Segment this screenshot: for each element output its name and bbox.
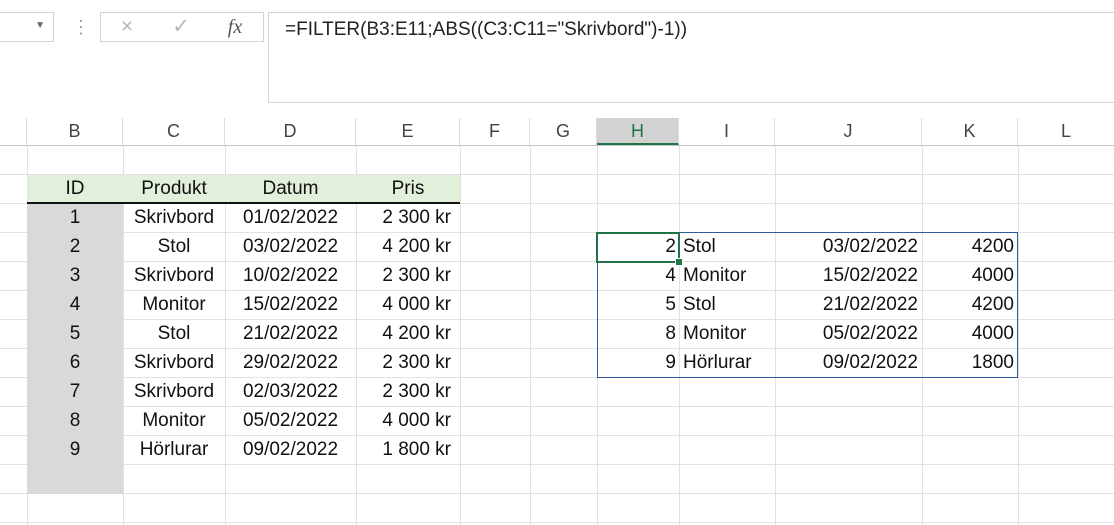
column-header-partial[interactable] (0, 118, 27, 145)
cell-pris[interactable]: 2 300 kr (356, 203, 460, 232)
cell-pris[interactable]: 1 800 kr (356, 435, 460, 464)
formula-buttons: × ✓ fx (100, 12, 264, 42)
header-datum[interactable]: Datum (225, 174, 356, 203)
result-produkt[interactable]: Monitor (679, 261, 775, 290)
cancel-icon[interactable]: × (113, 13, 141, 41)
formula-bar-area: ▼ ⋮ × ✓ fx =FILTER(B3:E11;ABS((C3:C11="S… (0, 0, 1114, 118)
cell-produkt[interactable]: Stol (123, 319, 225, 348)
cell-datum[interactable]: 02/03/2022 (225, 377, 356, 406)
cell-datum[interactable]: 10/02/2022 (225, 261, 356, 290)
enter-icon[interactable]: ✓ (167, 13, 195, 41)
column-header-g[interactable]: G (530, 118, 597, 145)
cell-pris[interactable]: 4 000 kr (356, 406, 460, 435)
cell-datum[interactable]: 09/02/2022 (225, 435, 356, 464)
column-header-f[interactable]: F (460, 118, 530, 145)
cell-id[interactable]: 6 (27, 348, 123, 377)
result-datum[interactable]: 21/02/2022 (775, 290, 922, 319)
column-header-c[interactable]: C (123, 118, 225, 145)
cell-pris[interactable]: 4 000 kr (356, 290, 460, 319)
column-header-l[interactable]: L (1018, 118, 1114, 145)
cell-pris[interactable]: 4 200 kr (356, 319, 460, 348)
column-header-d[interactable]: D (225, 118, 356, 145)
chevron-down-icon[interactable]: ▼ (35, 20, 45, 31)
result-pris[interactable]: 4000 (922, 319, 1018, 348)
cell-datum[interactable]: 15/02/2022 (225, 290, 356, 319)
cell-datum[interactable]: 01/02/2022 (225, 203, 356, 232)
result-id[interactable]: 8 (597, 319, 679, 348)
cell-id[interactable]: 7 (27, 377, 123, 406)
column-header-i[interactable]: I (679, 118, 775, 145)
gridlines: ID Produkt Datum Pris 1 Skrivbord 01/02/20… (0, 146, 1114, 525)
cell-pris[interactable]: 2 300 kr (356, 261, 460, 290)
cell-produkt[interactable]: Skrivbord (123, 203, 225, 232)
column-header-j[interactable]: J (775, 118, 922, 145)
cell-id[interactable]: 9 (27, 435, 123, 464)
column-headers: B C D E F G H I J K L (0, 118, 1114, 146)
result-datum[interactable]: 05/02/2022 (775, 319, 922, 348)
result-pris[interactable]: 1800 (922, 348, 1018, 377)
result-produkt[interactable]: Hörlurar (679, 348, 775, 377)
cell-datum[interactable]: 03/02/2022 (225, 232, 356, 261)
result-produkt[interactable]: Monitor (679, 319, 775, 348)
cell-id[interactable]: 4 (27, 290, 123, 319)
cell-id[interactable]: 8 (27, 406, 123, 435)
result-id[interactable]: 9 (597, 348, 679, 377)
name-box[interactable]: ▼ (0, 12, 54, 42)
worksheet-grid[interactable]: B C D E F G H I J K L ID Produkt Datum P… (0, 118, 1114, 525)
cell-produkt[interactable]: Skrivbord (123, 261, 225, 290)
result-pris[interactable]: 4200 (922, 232, 1018, 261)
result-id[interactable]: 5 (597, 290, 679, 319)
insert-function-icon[interactable]: fx (219, 13, 251, 41)
cell-pris[interactable]: 4 200 kr (356, 232, 460, 261)
header-id[interactable]: ID (27, 174, 123, 203)
cell-id[interactable]: 5 (27, 319, 123, 348)
more-options-icon[interactable]: ⋮ (72, 12, 90, 42)
cell-produkt[interactable]: Monitor (123, 406, 225, 435)
column-header-b[interactable]: B (27, 118, 123, 145)
formula-input[interactable]: =FILTER(B3:E11;ABS((C3:C11="Skrivbord")-… (268, 12, 1114, 103)
result-datum[interactable]: 03/02/2022 (775, 232, 922, 261)
result-pris[interactable]: 4200 (922, 290, 1018, 319)
cell-produkt[interactable]: Monitor (123, 290, 225, 319)
result-pris[interactable]: 4000 (922, 261, 1018, 290)
column-header-e[interactable]: E (356, 118, 460, 145)
column-header-k[interactable]: K (922, 118, 1018, 145)
cell-pris[interactable]: 2 300 kr (356, 377, 460, 406)
result-produkt[interactable]: Stol (679, 290, 775, 319)
active-cell-selection[interactable] (596, 232, 680, 263)
fill-handle[interactable] (675, 258, 683, 266)
cell-id[interactable]: 3 (27, 261, 123, 290)
cell-id[interactable]: 2 (27, 232, 123, 261)
header-pris[interactable]: Pris (356, 174, 460, 203)
cell-produkt[interactable]: Hörlurar (123, 435, 225, 464)
column-header-h[interactable]: H (597, 118, 679, 145)
result-produkt[interactable]: Stol (679, 232, 775, 261)
cell-datum[interactable]: 21/02/2022 (225, 319, 356, 348)
header-produkt[interactable]: Produkt (123, 174, 225, 203)
cell-produkt[interactable]: Skrivbord (123, 377, 225, 406)
result-id[interactable]: 4 (597, 261, 679, 290)
cell-id[interactable]: 1 (27, 203, 123, 232)
cell-pris[interactable]: 2 300 kr (356, 348, 460, 377)
result-datum[interactable]: 15/02/2022 (775, 261, 922, 290)
cell-produkt[interactable]: Skrivbord (123, 348, 225, 377)
cell-datum[interactable]: 29/02/2022 (225, 348, 356, 377)
result-datum[interactable]: 09/02/2022 (775, 348, 922, 377)
cell-produkt[interactable]: Stol (123, 232, 225, 261)
formula-text[interactable]: =FILTER(B3:E11;ABS((C3:C11="Skrivbord")-… (285, 19, 687, 41)
cell-datum[interactable]: 05/02/2022 (225, 406, 356, 435)
